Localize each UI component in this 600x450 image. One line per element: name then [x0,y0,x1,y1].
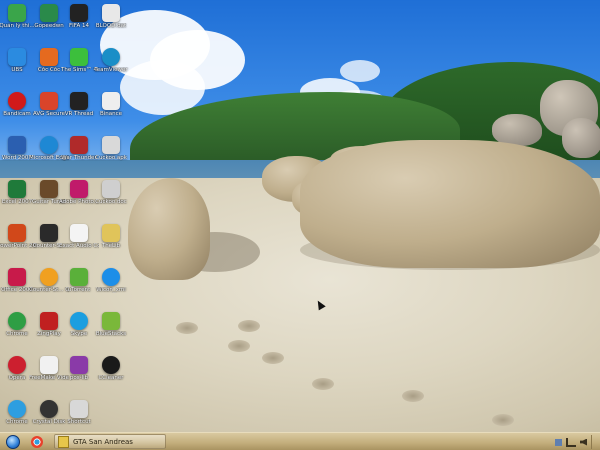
avg-icon [40,92,58,110]
file-icon [102,224,120,242]
excel-icon [8,180,26,198]
firefox-icon [40,48,58,66]
show-desktop-button[interactable] [591,435,596,449]
wallpaper-boulder [300,140,600,268]
csgo-icon [40,268,58,286]
zingplay-icon [40,312,58,330]
desktop-icon-label: Binance [99,111,123,117]
cd-icon [40,400,58,418]
record-icon [8,92,26,110]
desktop-icon[interactable]: TheLib [94,222,128,266]
file-icon [102,136,120,154]
desktop-icon[interactable]: BlueStacks [94,310,128,354]
powerpoint-icon [8,224,26,242]
taskbar: GTA San Andreas [0,432,600,450]
footprint [492,414,514,426]
folder-green-icon [8,4,26,22]
teamviewer-icon [102,48,120,66]
desktop-icon[interactable]: CCleaner [94,354,128,398]
desktop-icon[interactable]: Cuckoo.doc [94,178,128,222]
wallpaper-cloud [340,60,380,82]
desktop-icon[interactable]: Wicon_xml [94,266,128,310]
desktop-icon-label: CCleaner [98,375,124,381]
file-icon [102,4,120,22]
system-tray [555,435,596,449]
desktop-icon[interactable]: BLOOD.dat [94,2,128,46]
start-button[interactable] [2,434,24,449]
office-icon [8,268,26,286]
blue-app-icon [8,48,26,66]
taskbar-window-label: GTA San Andreas [73,437,133,446]
guitar-icon [40,180,58,198]
skype-icon [70,312,88,330]
desktop-icon[interactable]: TeamViewer [94,46,128,90]
freemake-icon [40,356,58,374]
folder-icon [58,435,69,448]
network-icon[interactable] [566,437,576,447]
winrar-icon [70,356,88,374]
eac-icon [70,224,88,242]
word-icon [8,136,26,154]
desktop-icon[interactable]: Binance [94,90,128,134]
chrome-icon [8,400,26,418]
utorrent-icon [70,268,88,286]
warthunder-icon [70,136,88,154]
fifa-icon [70,4,88,22]
photoshop-icon [70,180,88,198]
desktop-icon-label: TheLib [101,243,121,249]
opera-icon [8,356,26,374]
desktop-icon-label: Shortcut [67,419,91,425]
desktop-icon-label: BLOOD.dat [95,23,127,29]
volume-icon[interactable] [580,438,587,446]
pinned-edge[interactable] [30,434,50,449]
desktop-icon-label: TeamViewer [94,67,128,73]
taskbar-window-gta-san-andreas[interactable]: GTA San Andreas [54,434,166,449]
desktop-icon[interactable]: Cuckoo.apk [94,134,128,178]
file-icon [102,92,120,110]
ccleaner-icon [102,356,120,374]
edge-icon [40,136,58,154]
footprint [238,320,260,332]
desktop-icon-label: Cuckoo.doc [95,199,127,205]
footprint [228,340,250,352]
footprint [262,352,284,364]
footprint [402,390,424,402]
gopeed-icon [40,4,58,22]
desktop-icon-label: BlueStacks [95,331,127,337]
windows-orb-icon [6,434,20,449]
footprint [176,322,198,334]
desktop-icon-grid: Quản lý thi... Gopeedwn FIFA 14 BLOOD.dat UB… [0,0,130,432]
file-icon [102,180,120,198]
desktop-icon-label: Cuckoo.apk [95,155,127,161]
file-icon [70,400,88,418]
footprint [312,378,334,390]
wallpaper-rock [128,178,210,280]
wallpaper-rock [562,118,600,158]
ie-icon [102,268,120,286]
chrome-icon [8,312,26,330]
counterstrike-icon [40,224,58,242]
bluestacks-icon [102,312,120,330]
vr-icon [70,92,88,110]
desktop-icon-label: Wicon_xml [96,287,126,293]
flag-icon[interactable] [555,438,562,446]
sims-icon [70,48,88,66]
